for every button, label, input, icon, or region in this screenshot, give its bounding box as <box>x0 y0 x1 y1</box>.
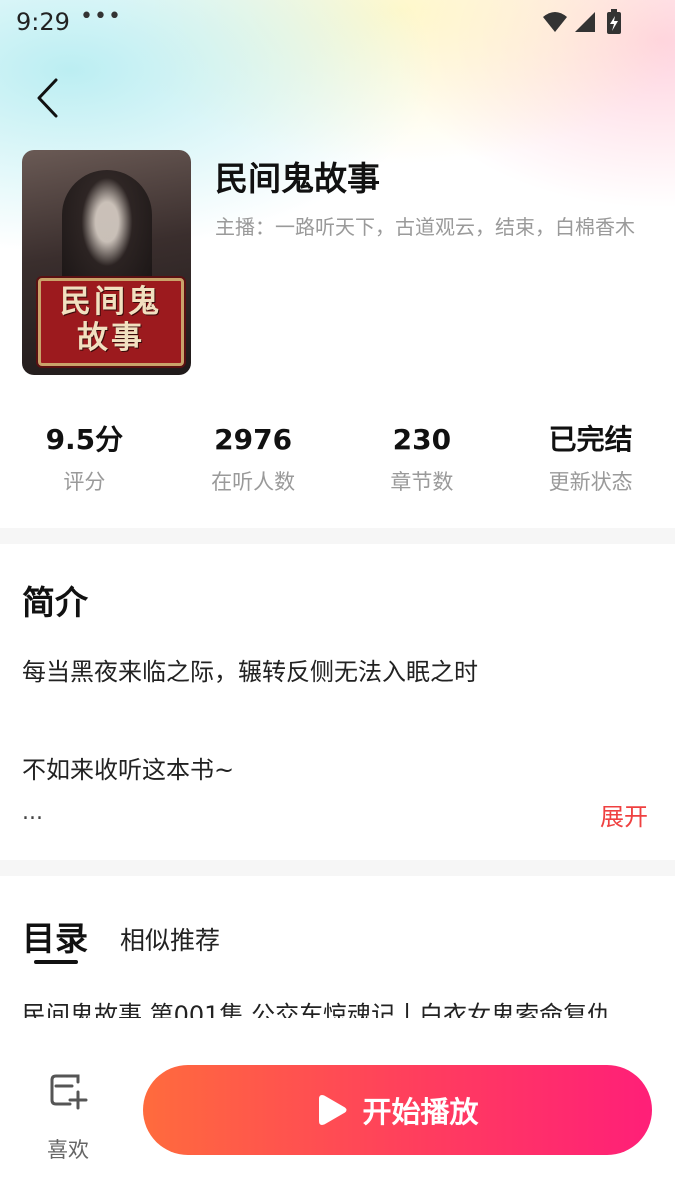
add-to-list-icon <box>50 1074 88 1110</box>
favorite-button[interactable]: 喜欢 <box>40 1072 96 1162</box>
signal-icon <box>575 12 595 32</box>
status-icons <box>543 9 621 34</box>
intro-title: 简介 <box>22 583 88 622</box>
start-play-label: 开始播放 <box>362 1095 479 1129</box>
section-divider <box>0 860 675 876</box>
wifi-icon <box>543 12 567 32</box>
expand-button[interactable]: 展开 <box>600 797 648 832</box>
favorite-label: 喜欢 <box>47 1138 89 1162</box>
active-tab-indicator <box>34 960 78 964</box>
stat-chapters: 230 章节数 <box>330 420 515 500</box>
section-divider <box>0 528 675 544</box>
book-title: 民间鬼故事 <box>215 159 380 198</box>
intro-text-line: 不如来收听这本书~ <box>22 756 235 784</box>
chevron-left-icon <box>37 78 58 118</box>
stat-listeners: 2976 在听人数 <box>161 420 346 500</box>
tab-catalog[interactable]: 目录 <box>22 912 88 960</box>
status-time: 9:29 <box>16 8 70 36</box>
chapter-list-item[interactable]: 民间鬼故事 第001集 公交车惊魂记丨白衣女鬼索命复仇 <box>22 998 662 1018</box>
stat-value: 2976 <box>214 423 293 456</box>
tab-similar[interactable]: 相似推荐 <box>120 921 220 957</box>
stat-label: 更新状态 <box>548 470 633 494</box>
status-more-indicator: ••• <box>80 4 122 29</box>
intro-text-line: 每当黑夜来临之际，辗转反侧无法入眠之时 <box>22 658 478 686</box>
battery-icon <box>607 9 621 34</box>
stat-value: 已完结 <box>548 423 633 456</box>
stat-label: 评分 <box>63 470 106 494</box>
stat-rating: 9.5分 评分 <box>0 420 177 500</box>
stat-update-status: 已完结 更新状态 <box>498 420 675 500</box>
stats-row: 9.5分 评分 2976 在听人数 230 章节数 已完结 更新状态 <box>0 420 675 500</box>
chapter-title: 民间鬼故事 第001集 公交车惊魂记丨白衣女鬼索命复仇 <box>22 1001 612 1018</box>
stat-label: 章节数 <box>390 470 454 494</box>
book-cover: 民间鬼故事 <box>22 150 191 375</box>
cover-title-text: 民间鬼故事 <box>60 284 162 356</box>
book-hosts: 主播：一路听天下，古道观云，结束，白棉香木 <box>215 215 635 239</box>
play-icon <box>319 1095 347 1125</box>
stat-label: 在听人数 <box>211 470 296 494</box>
stat-value: 230 <box>392 423 452 456</box>
stat-value: 9.5分 <box>45 423 124 456</box>
intro-ellipsis: ... <box>22 800 43 825</box>
back-button[interactable] <box>22 70 74 126</box>
start-play-button[interactable]: 开始播放 <box>143 1065 652 1155</box>
